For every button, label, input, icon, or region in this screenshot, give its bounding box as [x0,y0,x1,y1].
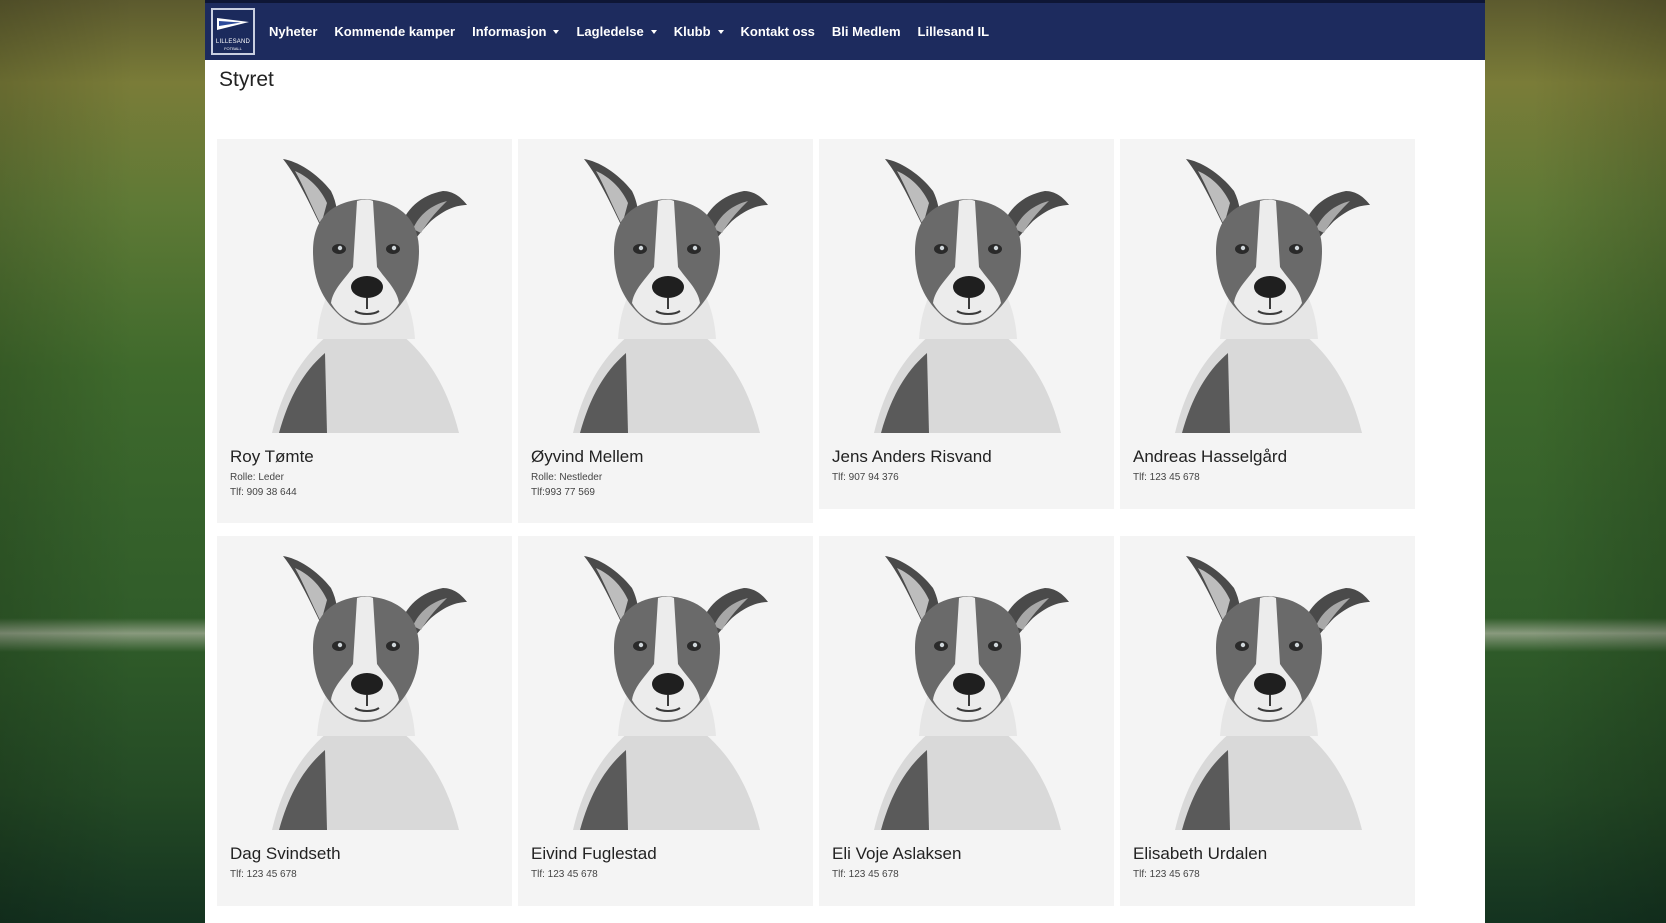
member-card: Eli Voje Aslaksen Tlf: 123 45 678 [819,536,1114,906]
nav-item-label: Bli Medlem [831,24,901,39]
member-phone: Tlf: 123 45 678 [1133,472,1200,483]
nav-item-label: Kontakt oss [740,24,815,39]
club-logo[interactable]: LILLESAND FOTBALL [211,8,255,55]
member-name: Øyvind Mellem [531,447,644,466]
member-name: Dag Svindseth [230,844,341,863]
page-container: LILLESAND FOTBALL Nyheter Kommende kamper… [205,0,1485,923]
member-photo-dog-icon [819,139,1114,433]
nav-item-label: Informasjon [472,24,547,39]
member-phone: Tlf: 123 45 678 [531,869,598,880]
top-navbar: LILLESAND FOTBALL Nyheter Kommende kamper… [205,0,1485,60]
member-name: Eli Voje Aslaksen [832,844,962,863]
member-phone: Tlf: 123 45 678 [230,869,297,880]
member-card: Roy Tømte Rolle: Leder Tlf: 909 38 644 [217,139,512,523]
member-role: Rolle: Leder [230,472,284,483]
member-photo-dog-icon [1120,536,1415,830]
nav-item-lillesand-il[interactable]: Lillesand IL [918,24,990,39]
nav-item-informasjon[interactable]: Informasjon [472,24,560,39]
flag-icon [215,13,251,35]
member-card: Elisabeth Urdalen Tlf: 123 45 678 [1120,536,1415,906]
member-name: Roy Tømte [230,447,314,466]
member-phone: Tlf: 123 45 678 [1133,869,1200,880]
member-phone: Tlf:993 77 569 [531,487,595,498]
member-photo-dog-icon [217,139,512,433]
caret-down-icon [717,29,724,34]
nav-item-kommende-kamper[interactable]: Kommende kamper [334,24,455,39]
member-phone: Tlf: 123 45 678 [832,869,899,880]
member-phone: Tlf: 907 94 376 [832,472,899,483]
member-card: Dag Svindseth Tlf: 123 45 678 [217,536,512,906]
nav-item-label: Klubb [673,24,711,39]
member-card: Andreas Hasselgård Tlf: 123 45 678 [1120,139,1415,509]
nav-item-label: Lillesand IL [917,24,990,39]
nav-item-label: Kommende kamper [334,24,456,39]
member-name: Andreas Hasselgård [1133,447,1288,466]
member-photo-dog-icon [518,139,813,433]
member-phone: Tlf: 909 38 644 [230,487,297,498]
member-card: Jens Anders Risvand Tlf: 907 94 376 [819,139,1114,509]
caret-down-icon [650,29,657,34]
member-name: Jens Anders Risvand [832,447,992,466]
nav-item-lagledelse[interactable]: Lagledelse [576,24,657,39]
member-photo-dog-icon [1120,139,1415,433]
member-photo-dog-icon [518,536,813,830]
nav-item-nyheter[interactable]: Nyheter [269,24,317,39]
member-role: Rolle: Nestleder [531,472,603,483]
member-card: Øyvind Mellem Rolle: Nestleder Tlf:993 77 … [518,139,813,523]
nav-menu: Nyheter Kommende kamper Informasjon Laglede… [269,24,1006,39]
nav-item-label: Nyheter [269,24,318,39]
nav-item-klubb[interactable]: Klubb [674,24,724,39]
nav-item-kontakt-oss[interactable]: Kontakt oss [741,24,815,39]
member-photo-dog-icon [217,536,512,830]
logo-subtext: FOTBALL [224,46,242,51]
page-title: Styret [219,68,274,91]
nav-item-label: Lagledelse [576,24,644,39]
caret-down-icon [553,29,560,34]
member-photo-dog-icon [819,536,1114,830]
member-name: Elisabeth Urdalen [1133,844,1268,863]
nav-item-bli-medlem[interactable]: Bli Medlem [832,24,901,39]
member-name: Eivind Fuglestad [531,844,657,863]
logo-text: LILLESAND [215,39,251,45]
member-card: Eivind Fuglestad Tlf: 123 45 678 [518,536,813,906]
